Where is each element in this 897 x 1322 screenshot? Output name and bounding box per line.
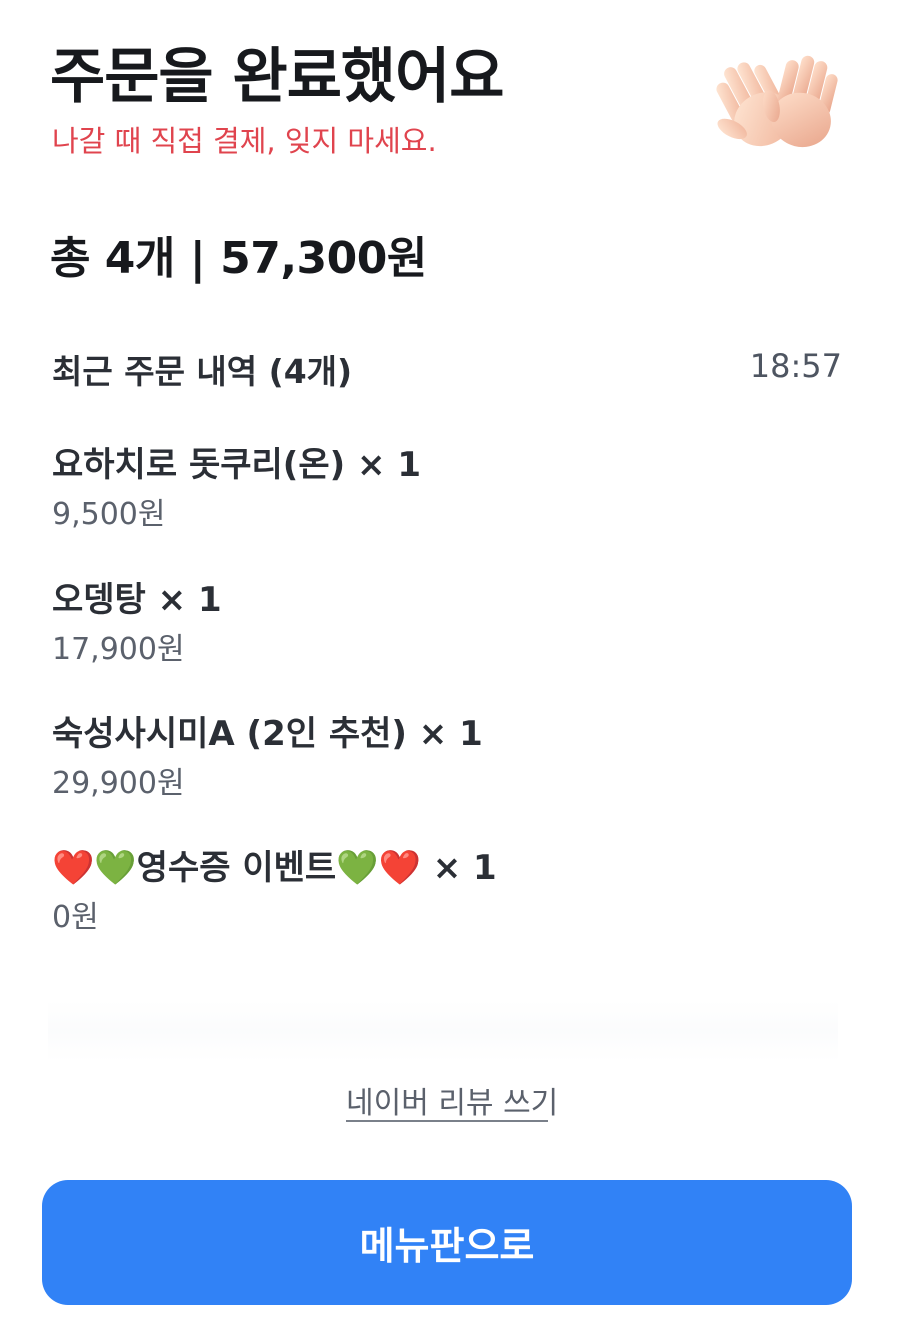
- back-to-menu-button[interactable]: 메뉴판으로: [42, 1180, 852, 1305]
- order-item-name: ❤️💚영수증 이벤트💚❤️ × 1: [52, 848, 497, 888]
- order-item: 숙성사시미A (2인 추천) × 1 29,900원: [52, 712, 842, 804]
- order-item-price: 9,500원: [52, 497, 166, 532]
- order-item-name: 오뎅탕 × 1: [52, 580, 222, 620]
- recent-orders-title: 최근 주문 내역 (4개): [52, 352, 353, 391]
- order-time: 18:57: [749, 347, 842, 385]
- naver-review-link[interactable]: 네이버 리뷰 쓰기: [346, 1078, 558, 1122]
- order-total: 총 4개 | 57,300원: [50, 233, 427, 284]
- order-item-price: 29,900원: [52, 766, 185, 801]
- order-item-name: 요하치로 돗쿠리(온) × 1: [52, 445, 421, 485]
- scroll-fade: [48, 1000, 838, 1062]
- page-title: 주문을 완료했어요: [50, 42, 504, 112]
- clapping-hands-icon: [716, 55, 838, 148]
- order-item: 요하치로 돗쿠리(온) × 1 9,500원: [52, 443, 842, 535]
- order-item-name: 숙성사시미A (2인 추천) × 1: [52, 714, 483, 754]
- payment-reminder: 나갈 때 직접 결제, 잊지 마세요.: [52, 124, 437, 158]
- order-item: 오뎅탕 × 1 17,900원: [52, 578, 842, 670]
- recent-orders-header: 최근 주문 내역 (4개) 18:57: [52, 345, 842, 391]
- order-item-price: 0원: [52, 900, 99, 935]
- order-item: ❤️💚영수증 이벤트💚❤️ × 1 0원: [52, 846, 842, 938]
- order-item-price: 17,900원: [52, 632, 185, 667]
